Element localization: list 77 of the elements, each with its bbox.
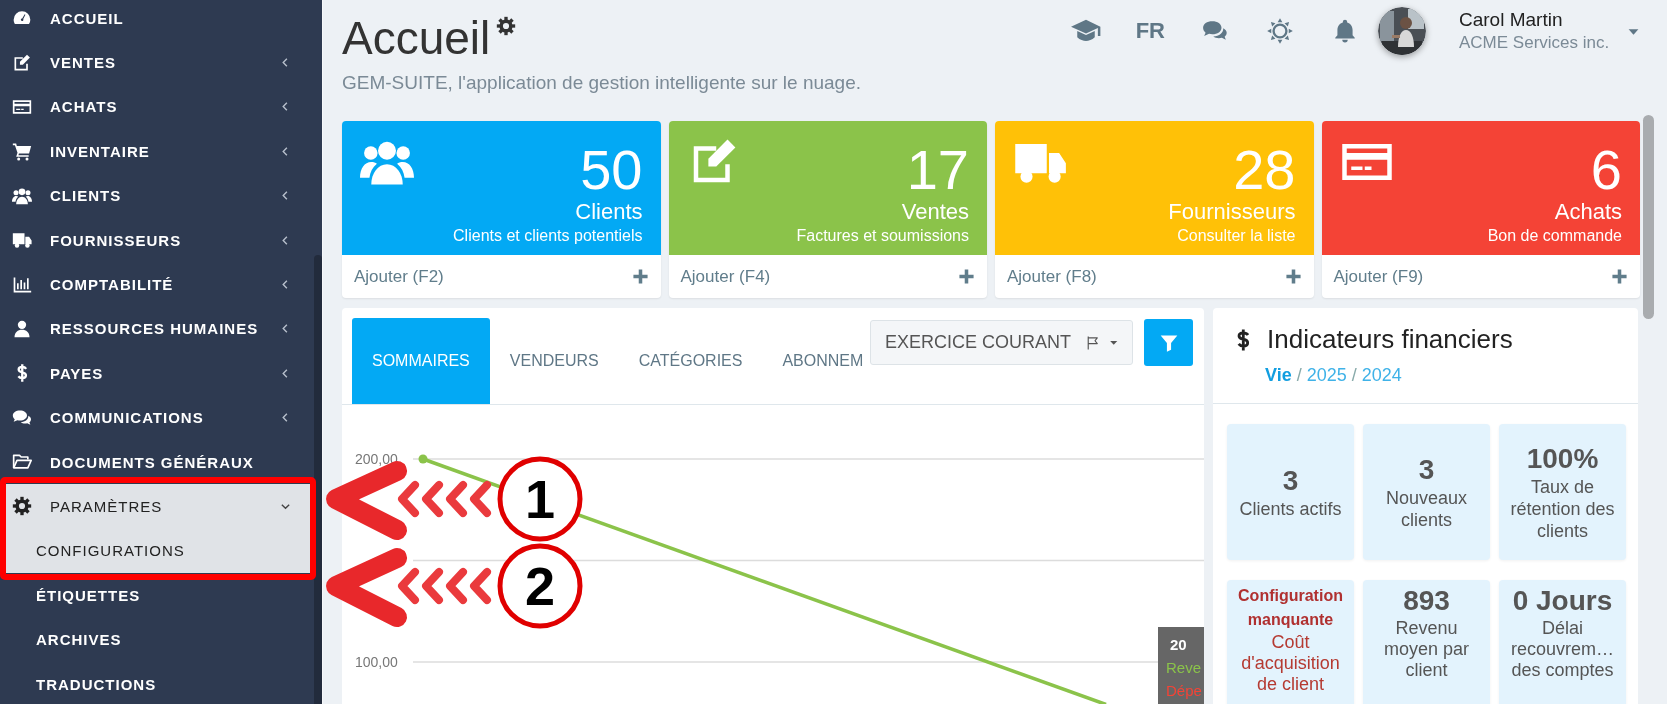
- metric-value: 3: [1282, 464, 1299, 498]
- sidebar-item[interactable]: VENTES: [0, 40, 313, 85]
- step-number-marker: 2: [497, 543, 583, 629]
- metric-label: Délai recouvrem… des comptes: [1510, 618, 1615, 681]
- sidebar-item[interactable]: ACCUEIL: [0, 0, 313, 41]
- data-point: [418, 454, 428, 464]
- metric-value: 893: [1403, 584, 1450, 618]
- stat-title: Clients: [575, 199, 643, 225]
- step-number-marker: 1: [497, 456, 583, 542]
- page-title: Accueil: [342, 12, 491, 64]
- stat-title: Achats: [1554, 199, 1622, 225]
- stat-title: Fournisseurs: [1168, 199, 1296, 225]
- metric-value: 0 Jours: [1512, 584, 1613, 618]
- stat-subtitle: Clients et clients potentiels: [453, 226, 643, 246]
- metric-label: Revenu moyen par client: [1382, 618, 1470, 681]
- stat-subtitle: Consulter la liste: [1177, 226, 1296, 246]
- plus-icon: [1284, 268, 1302, 285]
- page-subtitle: GEM-SUITE, l'application de gestion intelligente sur le nuage.: [342, 72, 862, 94]
- cart-icon: [12, 141, 32, 162]
- user-icon: [12, 318, 32, 339]
- panel-title: Indicateurs financiers: [1267, 324, 1513, 355]
- scrollbar-thumb[interactable]: [313, 255, 322, 704]
- sidebar-item[interactable]: CLIENTS: [0, 173, 313, 218]
- gear-icon: [12, 496, 32, 517]
- gear-icon: [496, 16, 517, 36]
- separator-text: /: [1351, 365, 1357, 386]
- edit-icon: [12, 52, 32, 73]
- tab[interactable]: VENDEURS: [489, 318, 619, 404]
- scrollbar-thumb[interactable]: [1643, 115, 1654, 319]
- filter-button[interactable]: [1144, 319, 1193, 366]
- sidebar-item[interactable]: COMPTABILITÉ: [0, 262, 313, 307]
- stat-subtitle: Factures et soumissions: [796, 226, 969, 246]
- plus-icon: [631, 268, 649, 285]
- company-name: ACME Services inc.: [1459, 33, 1611, 53]
- sidebar-item[interactable]: INVENTAIRE: [0, 129, 313, 174]
- truck-icon: [12, 230, 32, 251]
- sidebar-item[interactable]: FOURNISSEURS: [0, 217, 313, 263]
- metric-label: Taux de rétention des clients: [1509, 476, 1616, 542]
- warning-text: Configuration manquante: [1237, 586, 1344, 630]
- metric-value: 100%: [1526, 442, 1599, 476]
- stat-number: 17: [906, 141, 969, 199]
- metric-label: Nouveaux clients: [1384, 487, 1469, 531]
- sidebar-item[interactable]: DOCUMENTS GÉNÉRAUX: [0, 439, 313, 485]
- add-button[interactable]: Ajouter (F9): [1321, 255, 1640, 298]
- tooltip-title: 20: [1169, 635, 1188, 655]
- stat-number: 50: [580, 141, 643, 199]
- axis-label: 100,00: [355, 654, 398, 670]
- plus-icon: [958, 268, 975, 285]
- tooltip-text: Dépe: [1166, 681, 1203, 701]
- add-button[interactable]: Ajouter (F2): [342, 255, 661, 298]
- stat-number: 28: [1233, 141, 1296, 199]
- stat-title: Ventes: [901, 199, 969, 225]
- user-name: Carol Martin: [1459, 9, 1564, 31]
- sidebar-subitem[interactable]: ARCHIVES: [0, 617, 313, 662]
- sidebar-item[interactable]: COMMUNICATIONS: [0, 395, 313, 440]
- axis-label: 200,00: [355, 451, 398, 467]
- metric-label: Coût d'acquisition de client: [1240, 632, 1341, 695]
- metric-label: Clients actifs: [1239, 498, 1342, 520]
- period-dropdown[interactable]: EXERCICE COURANT: [870, 320, 1133, 365]
- plus-icon: [1611, 268, 1628, 285]
- stat-subtitle: Bon de commande: [1487, 226, 1622, 246]
- add-button[interactable]: Ajouter (F4): [668, 255, 987, 298]
- sidebar-subitem[interactable]: TRADUCTIONS: [0, 661, 313, 704]
- add-button[interactable]: Ajouter (F8): [995, 255, 1314, 298]
- sidebar-item[interactable]: ACHATS: [0, 84, 313, 130]
- sidebar-subitem[interactable]: ÉTIQUETTES: [0, 573, 313, 618]
- chevron-down-icon: [280, 501, 291, 512]
- tooltip-text: Reve: [1166, 658, 1203, 678]
- language-button[interactable]: FR: [1135, 16, 1165, 46]
- sidebar-item[interactable]: RESSOURCES HUMAINES: [0, 306, 313, 352]
- stat-number: 6: [1590, 141, 1622, 199]
- sidebar-item[interactable]: PAYES: [0, 351, 313, 396]
- metric-value: 3: [1418, 453, 1435, 487]
- sun-icon[interactable]: [1266, 17, 1294, 45]
- bell-icon[interactable]: [1332, 18, 1358, 44]
- tab[interactable]: CATÉGORIES: [618, 318, 763, 404]
- separator-text: /: [1296, 365, 1302, 386]
